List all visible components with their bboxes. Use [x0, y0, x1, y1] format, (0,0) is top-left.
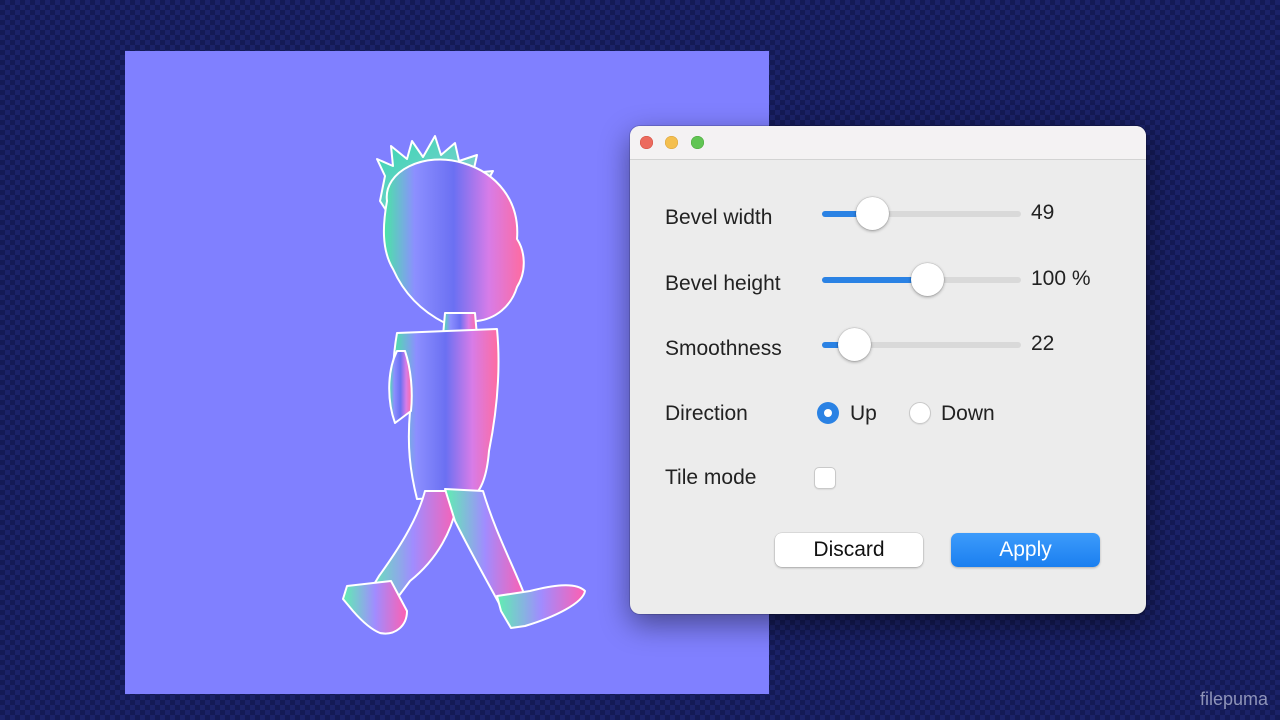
direction-down-label[interactable]: Down	[941, 402, 995, 426]
direction-up-radio[interactable]	[817, 402, 839, 424]
direction-down-radio[interactable]	[909, 402, 931, 424]
maximize-window-icon[interactable]	[691, 136, 704, 149]
tile-mode-checkbox[interactable]	[814, 467, 836, 489]
slider-knob[interactable]	[911, 263, 945, 296]
discard-button[interactable]: Discard	[775, 533, 923, 567]
title-bar[interactable]	[630, 126, 1146, 160]
bevel-height-value: 100 %	[1031, 267, 1091, 290]
slider-knob[interactable]	[855, 197, 889, 230]
slider-knob[interactable]	[837, 328, 871, 361]
watermark: filepuma	[1199, 689, 1268, 709]
smoothness-slider[interactable]	[822, 328, 1021, 361]
minimize-window-icon[interactable]	[665, 136, 678, 149]
smoothness-value: 22	[1031, 332, 1055, 355]
close-window-icon[interactable]	[640, 136, 653, 149]
bevel-settings-dialog: Bevel width 49 Bevel height 100 % Smooth…	[630, 126, 1146, 614]
smoothness-label: Smoothness	[665, 337, 782, 360]
direction-up-label[interactable]: Up	[850, 402, 877, 426]
bevel-width-slider[interactable]	[822, 197, 1021, 230]
bevel-width-label: Bevel width	[665, 206, 773, 229]
tile-mode-label: Tile mode	[665, 466, 757, 489]
bevel-width-value: 49	[1031, 201, 1055, 224]
apply-button[interactable]: Apply	[951, 533, 1100, 567]
bevel-height-slider[interactable]	[822, 263, 1021, 296]
direction-label: Direction	[665, 402, 748, 425]
bevel-height-label: Bevel height	[665, 272, 781, 295]
